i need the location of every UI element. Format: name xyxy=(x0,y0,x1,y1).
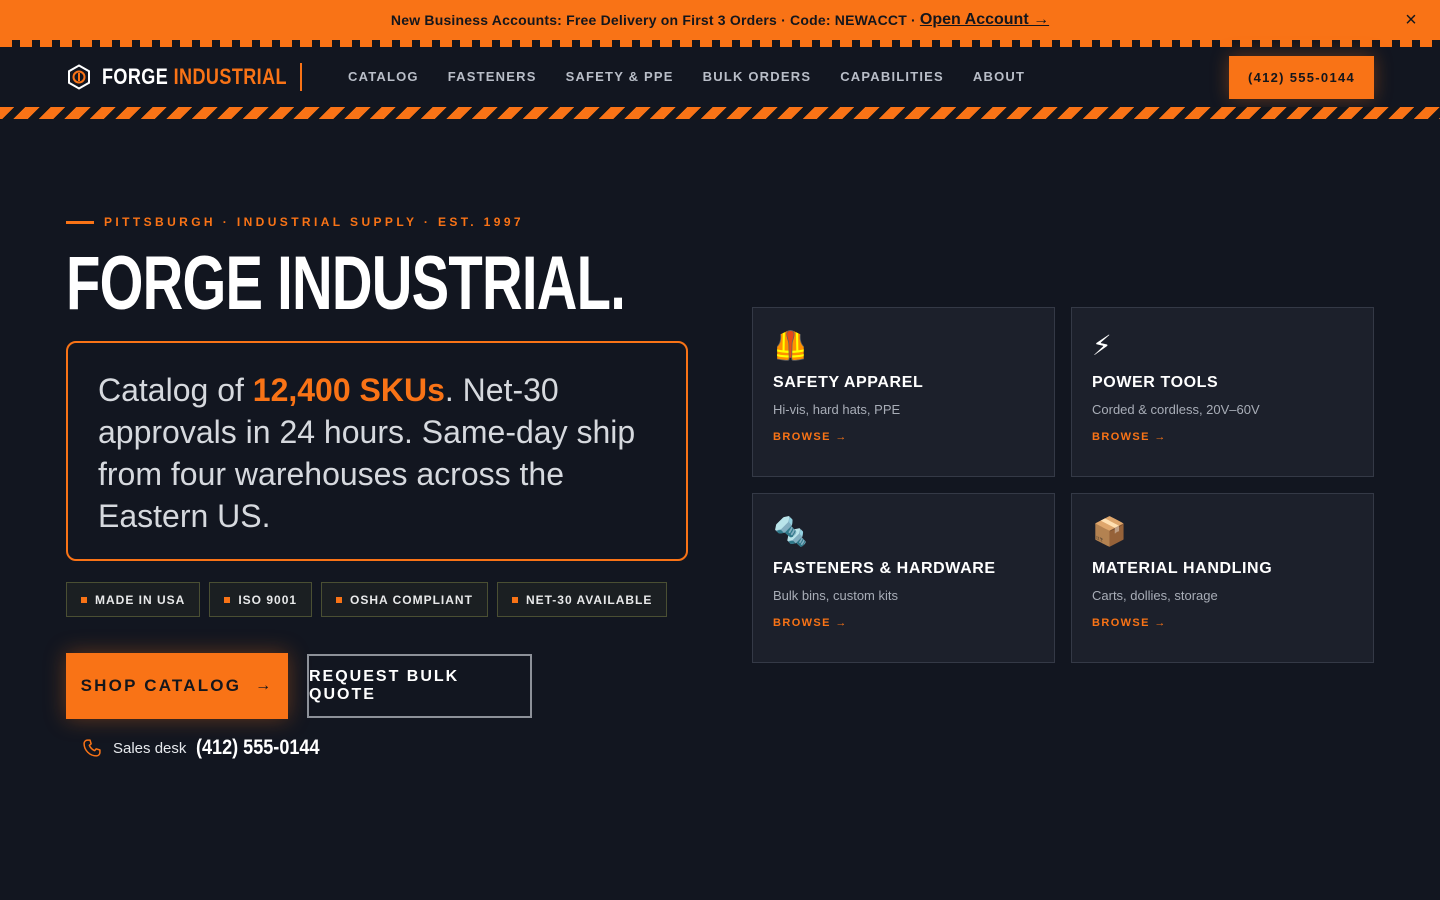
promo-bar: New Business Accounts: Free Delivery on … xyxy=(0,0,1440,40)
brand-logo[interactable]: FORGE INDUSTRIAL xyxy=(66,63,328,91)
trust-badges: MADE IN USA ISO 9001 OSHA COMPLIANT NET-… xyxy=(66,582,668,617)
package-icon: 📦 xyxy=(1092,516,1127,547)
hero-title: FORGE INDUSTRIAL. xyxy=(66,241,626,326)
hero-lead-box: Catalog of 12,400 SKUs. Net-30 approvals… xyxy=(66,341,688,561)
nut-and-bolt-icon: 🔩 xyxy=(773,516,808,547)
safety-vest-icon: 🦺 xyxy=(773,330,808,361)
eyebrow-bar xyxy=(66,220,94,224)
category-card-material-handling[interactable]: 📦 MATERIAL HANDLING Carts, dollies, stor… xyxy=(1071,493,1374,663)
badge-dot-icon xyxy=(336,596,343,603)
badge-dot-icon xyxy=(81,596,87,603)
shop-catalog-button[interactable]: SHOP CATALOG → xyxy=(66,653,288,719)
request-bulk-quote-button[interactable]: REQUEST BULK QUOTE xyxy=(307,654,532,718)
close-icon[interactable]: × xyxy=(1402,10,1420,30)
category-card-power-tools[interactable]: ⚡ POWER TOOLS Corded & cordless, 20V–60V… xyxy=(1071,307,1374,477)
brand-word-industrial: INDUSTRIAL xyxy=(173,64,287,89)
nav-fasteners[interactable]: FASTENERS xyxy=(448,69,537,84)
hazard-stripe-bottom xyxy=(0,107,1440,119)
browse-link[interactable]: BROWSE → xyxy=(1092,431,1353,443)
nav-catalog[interactable]: CATALOG xyxy=(348,69,419,84)
sales-desk-number[interactable]: (412) 555-0144 xyxy=(196,736,320,760)
lead-sku-count: 12,400 SKUs xyxy=(252,372,445,408)
site-header: FORGE INDUSTRIAL CATALOG FASTENERS SAFET… xyxy=(0,47,1440,107)
category-card-safety-apparel[interactable]: 🦺 SAFETY APPAREL Hi-vis, hard hats, PPE … xyxy=(752,307,1055,477)
nav-capabilities[interactable]: CAPABILITIES xyxy=(840,69,944,84)
category-card-fasteners-hardware[interactable]: 🔩 FASTENERS & HARDWARE Bulk bins, custom… xyxy=(752,493,1055,663)
nav-about[interactable]: ABOUT xyxy=(973,69,1025,84)
sales-desk-label: Sales desk xyxy=(113,739,187,757)
promo-text: New Business Accounts: Free Delivery on … xyxy=(390,12,916,28)
open-account-link[interactable]: Open Account → xyxy=(920,11,1049,29)
card-title: MATERIAL HANDLING xyxy=(1092,560,1273,577)
card-title: FASTENERS & HARDWARE xyxy=(773,560,996,577)
badge-label: MADE IN USA xyxy=(95,592,186,607)
arrow-right-icon: → xyxy=(255,677,274,694)
hero-eyebrow: PITTSBURGH · INDUSTRIAL SUPPLY · EST. 19… xyxy=(66,215,524,229)
main-nav: CATALOG FASTENERS SAFETY & PPE BULK ORDE… xyxy=(348,69,1054,84)
nav-safety-ppe[interactable]: SAFETY & PPE xyxy=(566,69,674,84)
hazard-stripe-top xyxy=(0,40,1440,47)
browse-link[interactable]: BROWSE → xyxy=(773,431,1034,443)
card-description: Bulk bins, custom kits xyxy=(773,588,898,603)
shop-catalog-label: SHOP CATALOG xyxy=(80,676,242,695)
badge-label: OSHA COMPLIANT xyxy=(350,592,473,607)
card-title: POWER TOOLS xyxy=(1092,374,1219,391)
eyebrow-text: PITTSBURGH · INDUSTRIAL SUPPLY · EST. 19… xyxy=(104,215,524,229)
badge-label: NET-30 AVAILABLE xyxy=(525,592,653,607)
nav-bulk-orders[interactable]: BULK ORDERS xyxy=(703,69,812,84)
badge-dot-icon xyxy=(224,596,231,603)
badge-made-in-usa: MADE IN USA xyxy=(66,582,201,617)
phone-icon xyxy=(83,739,101,757)
card-title: SAFETY APPAREL xyxy=(773,374,924,391)
hero-lead-text: Catalog of 12,400 SKUs. Net-30 approvals… xyxy=(98,369,656,537)
card-description: Hi-vis, hard hats, PPE xyxy=(773,402,901,417)
browse-link[interactable]: BROWSE → xyxy=(773,617,1034,629)
browse-link[interactable]: BROWSE → xyxy=(1092,617,1353,629)
lead-prefix: Catalog of xyxy=(98,372,253,408)
hexagon-logo-icon xyxy=(68,64,90,90)
header-divider xyxy=(300,63,302,91)
badge-dot-icon xyxy=(511,596,518,603)
lightning-icon: ⚡ xyxy=(1092,330,1112,361)
badge-osha-compliant: OSHA COMPLIANT xyxy=(321,582,488,617)
sales-desk[interactable]: Sales desk (412) 555-0144 xyxy=(82,735,340,761)
badge-label: ISO 9001 xyxy=(238,592,298,607)
card-description: Corded & cordless, 20V–60V xyxy=(1092,402,1260,417)
badge-net-30: NET-30 AVAILABLE xyxy=(496,582,668,617)
card-description: Carts, dollies, storage xyxy=(1092,588,1218,603)
brand-word-forge: FORGE xyxy=(102,64,169,89)
brand-name: FORGE INDUSTRIAL xyxy=(102,64,287,90)
header-phone-button[interactable]: (412) 555-0144 xyxy=(1229,56,1374,99)
badge-iso-9001: ISO 9001 xyxy=(209,582,313,617)
